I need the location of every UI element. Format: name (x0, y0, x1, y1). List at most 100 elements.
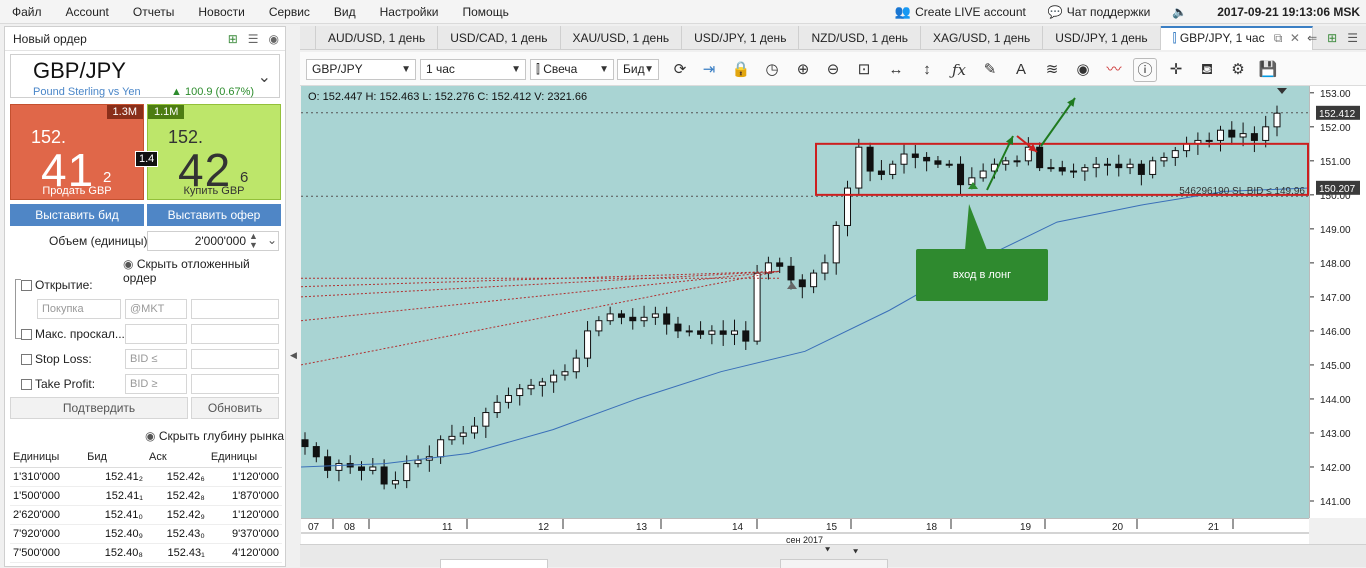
tabs-menu-icon[interactable]: ☰ (1347, 31, 1358, 45)
menu-file[interactable]: Файл (0, 5, 54, 19)
tab-gbp-jpy[interactable]: ⫿ GBP/JPY, 1 час ⧉ ✕ (1160, 26, 1313, 50)
close-icon[interactable]: ✕ (1290, 31, 1300, 45)
tab-nzd-usd[interactable]: NZD/USD, 1 день (799, 26, 922, 50)
candle-body (301, 439, 309, 448)
clock-icon[interactable]: ◷ (760, 58, 784, 82)
popout-icon[interactable]: ⧉ (1274, 31, 1283, 45)
add-chart-icon[interactable]: ⊞ (1327, 31, 1337, 45)
eye-icon[interactable]: ◉ (1071, 58, 1095, 82)
side-select[interactable]: Бид ▼ (617, 59, 659, 80)
candle-body (1250, 133, 1258, 141)
depth-row[interactable]: 1'500'000 152.41₁ 152.42₈ 1'870'000 (10, 486, 282, 506)
tab-aud-usd[interactable]: AUD/USD, 1 день (316, 26, 439, 50)
refresh-icon[interactable]: ⟳ (668, 58, 692, 82)
chevron-down-icon[interactable]: ⌄ (258, 67, 271, 87)
period-select[interactable]: 1 час ▼ (420, 59, 526, 80)
buy-button[interactable]: 1.1M 152. 42 6 Купить GBP (147, 104, 281, 200)
menu-view[interactable]: Вид (322, 5, 368, 19)
max-slippage-field[interactable] (125, 324, 187, 344)
place-bid-button[interactable]: Выставить бид (10, 204, 144, 226)
shift-chart-icon[interactable]: ⇥ (697, 58, 721, 82)
open-extra-field[interactable] (191, 299, 279, 319)
tab-usd-jpy[interactable]: USD/JPY, 1 день (682, 26, 800, 50)
chart-area[interactable]: 546296190 SL BID ≤ 149.96 (301, 86, 1309, 518)
confirm-button[interactable]: Подтвердить (10, 397, 188, 419)
depth-row[interactable]: 7'500'000 152.40₈ 152.43₁ 4'120'000 (10, 543, 282, 563)
expand-down-icon[interactable]: ⯆ (852, 547, 859, 558)
menu-reports[interactable]: Отчеты (121, 5, 186, 19)
date-tick-label: 15 (826, 522, 838, 533)
place-offer-button[interactable]: Выставить офер (147, 204, 281, 226)
hide-pending-order-label: Скрыть отложенный ордер (123, 257, 250, 285)
scroll-left-icon[interactable]: ⇐ (1307, 31, 1317, 45)
tab-xag-usd[interactable]: XAG/USD, 1 день (921, 26, 1044, 50)
vertical-resize-icon[interactable]: ↕ (915, 58, 939, 82)
zoom-out-icon[interactable]: ⊖ (821, 58, 845, 82)
zoom-fit-icon[interactable]: ⊡ (852, 58, 876, 82)
date-axis[interactable]: 07 08 11 12 13 14 15 18 19 20 21 сен 2017 (301, 518, 1309, 545)
bucket-icon[interactable]: ⛾ (1195, 58, 1219, 82)
candle-body (877, 170, 885, 175)
create-live-account-link[interactable]: 👥 Create LIVE account (895, 4, 1026, 20)
info-icon[interactable]: ⓘ (1133, 58, 1157, 82)
chart-type-select[interactable]: ⫿ Свеча ▼ (530, 59, 614, 80)
candle-body (312, 446, 320, 458)
volume-stepper-icon[interactable]: ▲ ▼ (249, 232, 258, 250)
eye-icon[interactable]: ◉ (269, 32, 279, 46)
save-icon[interactable]: 💾 (1256, 58, 1280, 82)
update-button[interactable]: Обновить (191, 397, 279, 419)
menu-news[interactable]: Новости (186, 5, 256, 19)
take-profit-condition-field[interactable]: BID ≥ (125, 374, 187, 394)
volume-dropdown-icon[interactable]: ⌄ (267, 233, 277, 247)
open-checkbox[interactable] (21, 280, 32, 291)
stop-loss-checkbox[interactable] (21, 354, 32, 365)
depth-row[interactable]: 7'920'000 152.40₉ 152.43₀ 9'370'000 (10, 524, 282, 544)
expand-up-icon[interactable]: ⯆ (824, 545, 831, 556)
zoom-in-icon[interactable]: ⊕ (791, 58, 815, 82)
menu-help[interactable]: Помощь (450, 5, 520, 19)
tab-xau-usd[interactable]: XAU/USD, 1 день (561, 26, 683, 50)
stop-loss-value-field[interactable] (191, 349, 279, 369)
support-chat-link[interactable]: 💬 Чат поддержки (1048, 5, 1150, 19)
horizontal-resize-icon[interactable]: ↔ (884, 58, 908, 82)
panel-splitter[interactable]: ◀ (290, 350, 297, 361)
symbol-selector[interactable]: GBP/JPY Pound Sterling vs Yen ▲ 100.9 (0… (10, 54, 280, 98)
take-profit-checkbox[interactable] (21, 379, 32, 390)
indicator-icon[interactable]: ƒx (947, 58, 971, 82)
max-slippage-extra-field[interactable] (191, 324, 279, 344)
text-icon[interactable]: A (1009, 58, 1033, 82)
candle-body (730, 330, 738, 335)
volume-label: Объем (единицы): (49, 234, 151, 248)
price-axis[interactable]: 153.00 152.00 151.00 150.00 149.00 148.00 147.… (1309, 86, 1366, 518)
tab-usd-cad[interactable]: USD/CAD, 1 день (438, 26, 561, 50)
depth-row[interactable]: 2'620'000 152.41₀ 152.42₉ 1'120'000 (10, 505, 282, 525)
take-profit-value-field[interactable] (191, 374, 279, 394)
menu-settings[interactable]: Настройки (368, 5, 451, 19)
candle-body (1058, 167, 1066, 172)
alert-icon[interactable]: 〰 (1102, 58, 1126, 82)
tab-usd-jpy-2[interactable]: USD/JPY, 1 день (1043, 26, 1161, 50)
pencil-icon[interactable]: ✎ (978, 58, 1002, 82)
add-chart-icon[interactable]: ⊞ (228, 32, 238, 46)
menu-account[interactable]: Account (54, 5, 121, 19)
price-chart[interactable]: 546296190 SL BID ≤ 149.96 (301, 86, 1309, 518)
stop-loss-condition-field[interactable]: BID ≤ (125, 349, 187, 369)
instrument-select[interactable]: GBP/JPY ▼ (306, 59, 416, 80)
open-price-field[interactable]: @MKT (125, 299, 187, 319)
sell-button[interactable]: 1.3M 152. 41 2 Продать GBP (10, 104, 144, 200)
volume-input[interactable]: 2'000'000 (147, 231, 279, 251)
candle-body (358, 466, 366, 471)
layers-icon[interactable]: ≋ (1040, 58, 1064, 82)
depth-row[interactable]: 1'310'000 152.41₂ 152.42₆ 1'120'000 (10, 467, 282, 487)
settings-icon[interactable]: ⚙ (1226, 58, 1250, 82)
menu-icon[interactable]: ☰ (248, 32, 259, 46)
sound-icon[interactable]: 🔈 (1172, 5, 1187, 19)
crosshair-icon[interactable]: ✛ (1164, 58, 1188, 82)
menu-service[interactable]: Сервис (257, 5, 322, 19)
max-slippage-checkbox[interactable] (21, 329, 32, 340)
open-type-field[interactable]: Покупка (37, 299, 121, 319)
lock-icon[interactable]: 🔒 (729, 58, 753, 82)
open-label: Открытие: (35, 278, 93, 292)
hide-market-depth-link[interactable]: ◉ Скрыть глубину рынка (145, 429, 284, 443)
hide-pending-order-link[interactable]: ◉ Скрыть отложенный ордер (123, 257, 285, 285)
